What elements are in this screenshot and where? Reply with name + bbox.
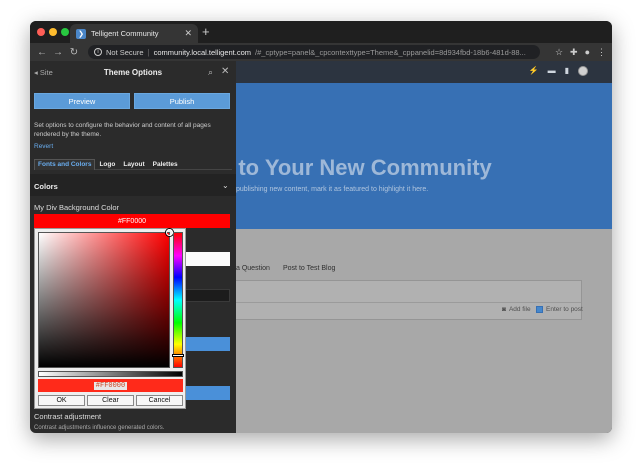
contrast-description: Contrast adjustments influence generated…: [34, 425, 165, 431]
panel-title: Theme Options: [103, 68, 163, 77]
ok-button[interactable]: OK: [38, 395, 85, 406]
url-host: community.local.telligent.com: [153, 47, 252, 57]
close-icon[interactable]: ✕: [221, 66, 229, 77]
chevron-down-icon[interactable]: ⌄: [222, 181, 229, 190]
tab-strip: ❯ Telligent Community ✕ +: [30, 21, 612, 43]
tab-logo[interactable]: Logo: [95, 159, 119, 170]
maximize-window-button[interactable]: [61, 28, 69, 36]
bookmark-icon[interactable]: ▮: [565, 66, 569, 76]
color-picker-popup: #FF0000 OK Clear Cancel: [34, 228, 186, 409]
color-preview: #FF0000: [38, 379, 183, 392]
tab-fonts-and-colors[interactable]: Fonts and Colors: [34, 159, 96, 170]
browser-window: ❯ Telligent Community ✕ + ← → ↻ i Not Se…: [30, 21, 612, 433]
banner-title: e to Your New Community: [220, 155, 492, 180]
url-path: /#_cptype=panel&_cpcontexttype=Theme&_cp…: [255, 47, 526, 57]
banner-subtitle: publishing new content, mark it as featu…: [236, 186, 429, 193]
tab-ask-question[interactable]: a Question: [236, 265, 270, 272]
theme-options-panel: ◂ Site Theme Options ⌕ ✕ Preview Publish…: [30, 61, 236, 433]
camera-icon: ◙: [502, 306, 506, 313]
panel-description: Set options to configure the behavior an…: [34, 122, 211, 138]
hue-handle[interactable]: [172, 354, 184, 357]
tab-post-blog[interactable]: Post to Test Blog: [283, 265, 335, 272]
clear-button[interactable]: Clear: [87, 395, 134, 406]
avatar[interactable]: [578, 66, 588, 76]
lightness-slider[interactable]: [38, 371, 183, 377]
lightning-icon[interactable]: ⚡: [529, 66, 539, 76]
contrast-title: Contrast adjustment: [34, 412, 102, 421]
section-title: Colors: [34, 182, 58, 191]
sv-handle[interactable]: [166, 229, 173, 236]
browser-toolbar: ← → ↻ i Not Secure | community.local.tel…: [30, 43, 612, 61]
tab-title: Telligent Community: [91, 29, 159, 38]
address-bar[interactable]: i Not Secure | community.local.telligent…: [88, 45, 540, 59]
enter-to-post-label: Enter to post: [546, 306, 583, 313]
revert-link[interactable]: Revert: [34, 143, 53, 150]
picker-buttons: OK Clear Cancel: [38, 395, 183, 406]
color-value-field[interactable]: #FF0000: [34, 214, 230, 228]
add-file-link[interactable]: ◙ Add file: [502, 306, 531, 313]
chat-icon[interactable]: ▬: [548, 66, 556, 76]
options-tabs: Fonts and Colors Logo Layout Palettes: [34, 159, 232, 170]
new-tab-button[interactable]: +: [202, 25, 210, 39]
star-icon[interactable]: ☆: [555, 47, 563, 58]
menu-kebab-icon[interactable]: ⋮: [597, 47, 606, 58]
close-tab-icon[interactable]: ✕: [184, 28, 192, 39]
extensions-icon[interactable]: ✚: [570, 47, 578, 58]
saturation-value-area[interactable]: [38, 229, 173, 368]
tab-telligent-community[interactable]: ❯ Telligent Community ✕: [70, 24, 198, 43]
profile-icon[interactable]: ●: [585, 47, 590, 58]
add-file-label: Add file: [508, 306, 531, 313]
colors-section-header[interactable]: Colors ⌄: [30, 174, 236, 196]
field-label: My Div Background Color: [34, 203, 120, 212]
minimize-window-button[interactable]: [49, 28, 57, 36]
close-window-button[interactable]: [37, 28, 45, 36]
enter-to-post-toggle[interactable]: Enter to post: [536, 306, 583, 313]
cancel-button[interactable]: Cancel: [136, 395, 183, 406]
hex-value[interactable]: #FF0000: [93, 381, 128, 390]
not-secure-label: Not Secure: [106, 47, 144, 57]
divider: |: [147, 47, 150, 57]
reload-icon[interactable]: ↻: [66, 47, 82, 58]
telligent-logo-icon: ❯: [76, 28, 86, 39]
enter-to-post-checkbox[interactable]: [536, 306, 543, 313]
tab-palettes[interactable]: Palettes: [149, 159, 182, 170]
publish-button[interactable]: Publish: [134, 93, 230, 109]
forward-arrow-icon[interactable]: →: [50, 47, 66, 58]
preview-button[interactable]: Preview: [34, 93, 130, 109]
search-icon[interactable]: ⌕: [208, 67, 213, 78]
info-icon[interactable]: i: [94, 48, 102, 56]
page-content: ⚡ ▬ ▮ e to Your New Community publishing…: [30, 61, 612, 433]
toolbar-actions: ☆ ✚ ● ⋮: [555, 47, 606, 58]
hue-slider[interactable]: [172, 232, 184, 368]
composer-input[interactable]: [231, 281, 581, 303]
back-arrow-icon[interactable]: ←: [34, 47, 50, 58]
tab-layout[interactable]: Layout: [119, 159, 148, 170]
header-icons: ⚡ ▬ ▮: [529, 66, 588, 76]
post-composer[interactable]: [230, 280, 582, 320]
